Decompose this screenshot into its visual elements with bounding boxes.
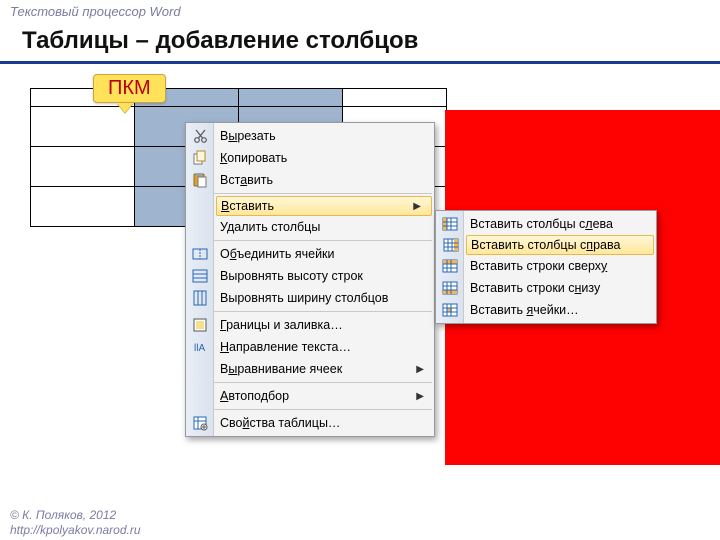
menu-item-label: Удалить столбцы xyxy=(214,220,428,234)
submenu-arrow-icon: ▶ xyxy=(416,391,428,402)
submenu-arrow-icon: ▶ xyxy=(413,201,425,212)
menu-item-label: Выравнивание ячеек xyxy=(214,362,416,376)
menu-item-delete-columns[interactable]: Удалить столбцы xyxy=(214,216,434,238)
menu-item-cut[interactable]: Вырезать xyxy=(214,125,434,147)
insert-cols-right-icon xyxy=(437,237,465,253)
submenu-item-cols-right[interactable]: Вставить столбцы справа xyxy=(466,235,654,255)
submenu-item-rows-above[interactable]: Вставить строки сверху xyxy=(464,255,656,277)
menu-separator xyxy=(214,382,432,383)
rows-even-icon xyxy=(186,268,214,284)
text-direction-icon: llA xyxy=(186,339,214,355)
menu-item-merge-cells[interactable]: Объединить ячейки xyxy=(214,243,434,265)
stage: ПКМ Вырезать Копировать xyxy=(0,74,720,504)
menu-item-label: Границы и заливка… xyxy=(214,318,428,332)
pkm-label: ПКМ xyxy=(108,77,151,99)
menu-item-paste[interactable]: Вставить xyxy=(214,169,434,191)
menu-separator xyxy=(214,409,432,410)
cols-even-icon xyxy=(186,290,214,306)
menu-item-label: Свойства таблицы… xyxy=(214,416,428,430)
menu-item-borders[interactable]: Границы и заливка… xyxy=(214,314,434,336)
paste-icon xyxy=(186,172,214,188)
menu-item-label: Выровнять высоту строк xyxy=(214,269,428,283)
menu-item-label: Вырезать xyxy=(214,129,428,143)
menu-item-label: Автоподбор xyxy=(214,389,416,403)
menu-item-table-properties[interactable]: Свойства таблицы… xyxy=(214,412,434,434)
submenu-item-rows-below[interactable]: Вставить строки снизу xyxy=(464,277,656,299)
borders-icon xyxy=(186,317,214,333)
menu-item-text-direction[interactable]: llA Направление текста… xyxy=(214,336,434,358)
insert-submenu: Вставить столбцы слева Вставить столбцы … xyxy=(435,210,657,324)
properties-icon xyxy=(186,415,214,431)
insert-rows-below-icon xyxy=(436,280,464,296)
menu-item-even-row-height[interactable]: Выровнять высоту строк xyxy=(214,265,434,287)
menu-item-label: Объединить ячейки xyxy=(214,247,428,261)
context-menu: Вырезать Копировать Вставить xyxy=(185,122,435,437)
menu-item-label: Вставить ячейки… xyxy=(464,303,650,317)
svg-text:llA: llA xyxy=(194,343,205,354)
app-header: Текстовый процессор Word xyxy=(0,0,720,21)
menu-separator xyxy=(214,311,432,312)
copy-icon xyxy=(186,150,214,166)
menu-separator xyxy=(214,193,432,194)
menu-item-even-col-width[interactable]: Выровнять ширину столбцов xyxy=(214,287,434,309)
submenu-item-cols-left[interactable]: Вставить столбцы слева xyxy=(464,213,656,235)
submenu-arrow-icon: ▶ xyxy=(416,364,428,375)
menu-item-label: Вставить xyxy=(215,199,413,213)
menu-item-label: Выровнять ширину столбцов xyxy=(214,291,428,305)
merge-icon xyxy=(186,246,214,262)
menu-item-label: Вставить столбцы справа xyxy=(465,238,647,252)
menu-separator xyxy=(214,240,432,241)
menu-item-insert[interactable]: Вставить ▶ xyxy=(216,196,432,216)
footer-copyright: © К. Поляков, 2012 xyxy=(10,508,141,523)
footer: © К. Поляков, 2012 http://kpolyakov.naro… xyxy=(10,508,141,538)
menu-item-label: Вставить строки сверху xyxy=(464,259,650,273)
menu-item-label: Копировать xyxy=(214,151,428,165)
menu-item-label: Вставить столбцы слева xyxy=(464,217,650,231)
submenu-item-cells[interactable]: Вставить ячейки… xyxy=(464,299,656,321)
menu-item-autofit[interactable]: Автоподбор ▶ xyxy=(214,385,434,407)
menu-item-label: Направление текста… xyxy=(214,340,428,354)
page-title: Таблицы – добавление столбцов xyxy=(0,21,720,64)
menu-item-cell-alignment[interactable]: Выравнивание ячеек ▶ xyxy=(214,358,434,380)
pkm-callout: ПКМ xyxy=(93,74,166,113)
insert-rows-above-icon xyxy=(436,258,464,274)
insert-cols-left-icon xyxy=(436,216,464,232)
insert-cells-icon xyxy=(436,302,464,318)
scissors-icon xyxy=(186,128,214,144)
menu-item-copy[interactable]: Копировать xyxy=(214,147,434,169)
footer-url: http://kpolyakov.narod.ru xyxy=(10,523,141,538)
menu-item-label: Вставить строки снизу xyxy=(464,281,650,295)
menu-item-label: Вставить xyxy=(214,173,428,187)
